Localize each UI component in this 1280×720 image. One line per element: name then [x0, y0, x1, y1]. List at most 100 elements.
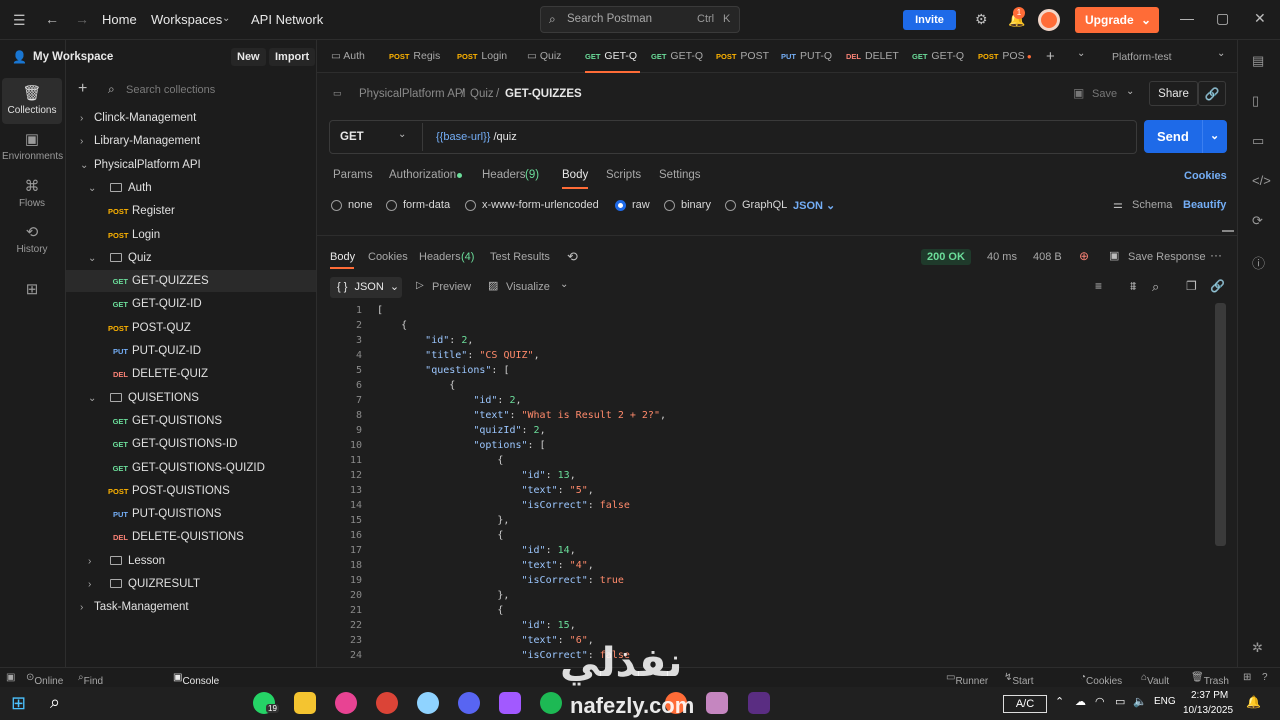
clock-time[interactable]: 2:37 PM	[1191, 690, 1228, 701]
url-input[interactable]: {{base-url}} /quiz	[436, 131, 517, 143]
body-type-graphql[interactable]: GraphQL	[725, 199, 787, 211]
folder-item[interactable]: › QUIZRESULT	[66, 573, 316, 595]
request-item[interactable]: PUT PUT-QUIZ-ID	[66, 340, 316, 362]
tab-7[interactable]: PUT PUT-Q	[781, 40, 836, 73]
layout-icon[interactable]: ⊞	[1243, 672, 1251, 683]
new-tab-icon[interactable]: +	[1046, 48, 1055, 65]
copy-icon[interactable]: ❐	[1186, 279, 1197, 293]
request-item[interactable]: GET GET-QUIZ-ID	[66, 293, 316, 315]
upgrade-button[interactable]: Upgrade ⌄	[1075, 7, 1159, 33]
import-button[interactable]: Import	[269, 48, 316, 66]
folder-item[interactable]: › Lesson	[66, 550, 316, 572]
minimize-icon[interactable]: —	[1180, 10, 1194, 26]
request-item[interactable]: GET GET-QUISTIONS	[66, 410, 316, 432]
save-button[interactable]: Save	[1092, 88, 1117, 100]
tab-scripts[interactable]: Scripts	[606, 169, 641, 181]
console-button[interactable]: ▣ Console	[173, 672, 219, 687]
request-item[interactable]: GET GET-QUIZZES	[66, 270, 316, 293]
cookies-button[interactable]: ◔ Cookies	[1080, 672, 1122, 687]
spotify-icon[interactable]	[540, 692, 562, 714]
folder-item[interactable]: ⌄ QUISETIONS	[66, 387, 316, 409]
visualize-button[interactable]: Visualize	[506, 281, 550, 293]
folder-item[interactable]: ⌄ Quiz	[66, 247, 316, 269]
ac-indicator[interactable]: A/C	[1003, 695, 1047, 713]
tab-params[interactable]: Params	[333, 169, 373, 181]
cloud-icon[interactable]: ☁	[1075, 695, 1086, 708]
share-button[interactable]: Share	[1149, 81, 1198, 106]
chevron-up-icon[interactable]: ⌃	[1055, 695, 1064, 708]
link-icon[interactable]: 🔗	[1210, 279, 1225, 293]
wifi-icon[interactable]: ◠	[1095, 695, 1105, 708]
chevron-down-icon[interactable]: ⌄	[1077, 48, 1085, 59]
collection-item[interactable]: › Task-Management	[66, 596, 316, 618]
method-select[interactable]: GET	[340, 131, 364, 143]
save-response-button[interactable]: Save Response	[1128, 251, 1206, 263]
close-icon[interactable]: ✕	[1254, 10, 1266, 27]
file-explorer-icon[interactable]	[294, 692, 316, 714]
back-arrow-icon[interactable]: ←	[45, 11, 59, 27]
tab-8[interactable]: DEL DELET	[846, 40, 903, 73]
api-icon[interactable]: ▤	[1252, 53, 1264, 69]
comments-icon[interactable]: ▭	[1252, 133, 1264, 149]
tab-settings[interactable]: Settings	[659, 169, 701, 181]
body-type-raw[interactable]: raw	[615, 199, 650, 211]
raw-format-select[interactable]: JSON ⌄	[793, 199, 835, 212]
collection-item[interactable]: ⌄ PhysicalPlatform API	[66, 154, 316, 176]
environment-selector[interactable]: Platform-test	[1112, 51, 1172, 63]
rail-flows[interactable]: ⌘ Flows	[2, 177, 62, 209]
chevron-down-icon[interactable]: ⌄	[1126, 86, 1134, 97]
response-tab-cookies[interactable]: Cookies	[368, 251, 408, 263]
response-tab-headers[interactable]: Headers	[419, 251, 461, 263]
online-status[interactable]: ⊙ Online	[26, 672, 63, 687]
response-tab-test-results[interactable]: Test Results	[490, 251, 550, 263]
trash-button[interactable]: 🗑 Trash	[1191, 672, 1229, 687]
wrap-icon[interactable]: ≡	[1095, 279, 1102, 293]
workspaces-menu[interactable]: Workspaces	[151, 12, 222, 27]
request-item[interactable]: POST Register	[66, 200, 316, 222]
collection-item[interactable]: › Library-Management	[66, 130, 316, 152]
global-search[interactable]: ⌕ Search Postman Ctrl K	[540, 6, 740, 33]
discord-icon[interactable]	[458, 692, 480, 714]
chrome-icon[interactable]	[376, 692, 398, 714]
find-replace[interactable]: ⌕ Find and replace	[78, 672, 116, 709]
request-item[interactable]: DEL DELETE-QUISTIONS	[66, 526, 316, 548]
rail-environments[interactable]: ▣ Environments	[2, 130, 63, 162]
rail-history[interactable]: ⟲ History	[2, 223, 62, 255]
response-tab-body[interactable]: Body	[330, 251, 355, 263]
request-item[interactable]: PUT PUT-QUISTIONS	[66, 503, 316, 525]
code-icon[interactable]: </>	[1252, 173, 1271, 188]
body-type-binary[interactable]: binary	[664, 199, 711, 211]
volume-icon[interactable]: 🔈	[1133, 695, 1147, 708]
settings-icon[interactable]: ✲	[1252, 640, 1263, 656]
response-body-viewer[interactable]: 1 [2 {3 "id": 2, 4 "title": "CS QUIZ", 5 "q…	[317, 303, 1217, 667]
request-item[interactable]: DEL DELETE-QUIZ	[66, 363, 316, 385]
layout-icon[interactable]: ▣	[6, 672, 15, 683]
proxy-button[interactable]: ↯ Start Proxy	[1004, 672, 1038, 698]
body-type-urlencoded[interactable]: x-www-form-urlencoded	[465, 199, 599, 211]
collections-search-input[interactable]: Search collections	[126, 84, 215, 96]
vault-button[interactable]: ⌂ Vault	[1141, 672, 1169, 687]
tab-5[interactable]: GET GET-Q	[651, 40, 706, 73]
docs-icon[interactable]: ▯	[1252, 93, 1259, 109]
tab-0[interactable]: ▭ Auth	[331, 40, 386, 73]
menu-icon[interactable]: ☰	[13, 12, 26, 29]
search-icon[interactable]: ⌕	[50, 692, 60, 713]
response-format-select[interactable]: { } JSON ⌄	[330, 277, 402, 298]
globe-icon[interactable]: ⊕	[1079, 249, 1089, 263]
filter-icon[interactable]: ⩩	[1130, 279, 1136, 294]
help-icon[interactable]: ?	[1262, 672, 1268, 683]
info-icon[interactable]: ⓘ	[1252, 253, 1265, 272]
terminal-icon[interactable]	[748, 692, 770, 714]
visual-studio-icon[interactable]	[499, 692, 521, 714]
request-item[interactable]: POST Login	[66, 224, 316, 246]
link-icon[interactable]: 🔗	[1198, 81, 1226, 106]
api-network-link[interactable]: API Network	[251, 12, 323, 27]
new-button[interactable]: New	[231, 48, 266, 66]
add-icon[interactable]: +	[78, 80, 87, 98]
forward-arrow-icon[interactable]: →	[75, 11, 89, 27]
request-item[interactable]: GET GET-QUISTIONS-ID	[66, 433, 316, 455]
cookies-link[interactable]: Cookies	[1184, 170, 1227, 182]
collection-item[interactable]: › Clinck-Management	[66, 107, 316, 129]
send-button[interactable]: Send ⌄	[1144, 120, 1227, 153]
tab-9[interactable]: GET GET-Q	[912, 40, 969, 73]
